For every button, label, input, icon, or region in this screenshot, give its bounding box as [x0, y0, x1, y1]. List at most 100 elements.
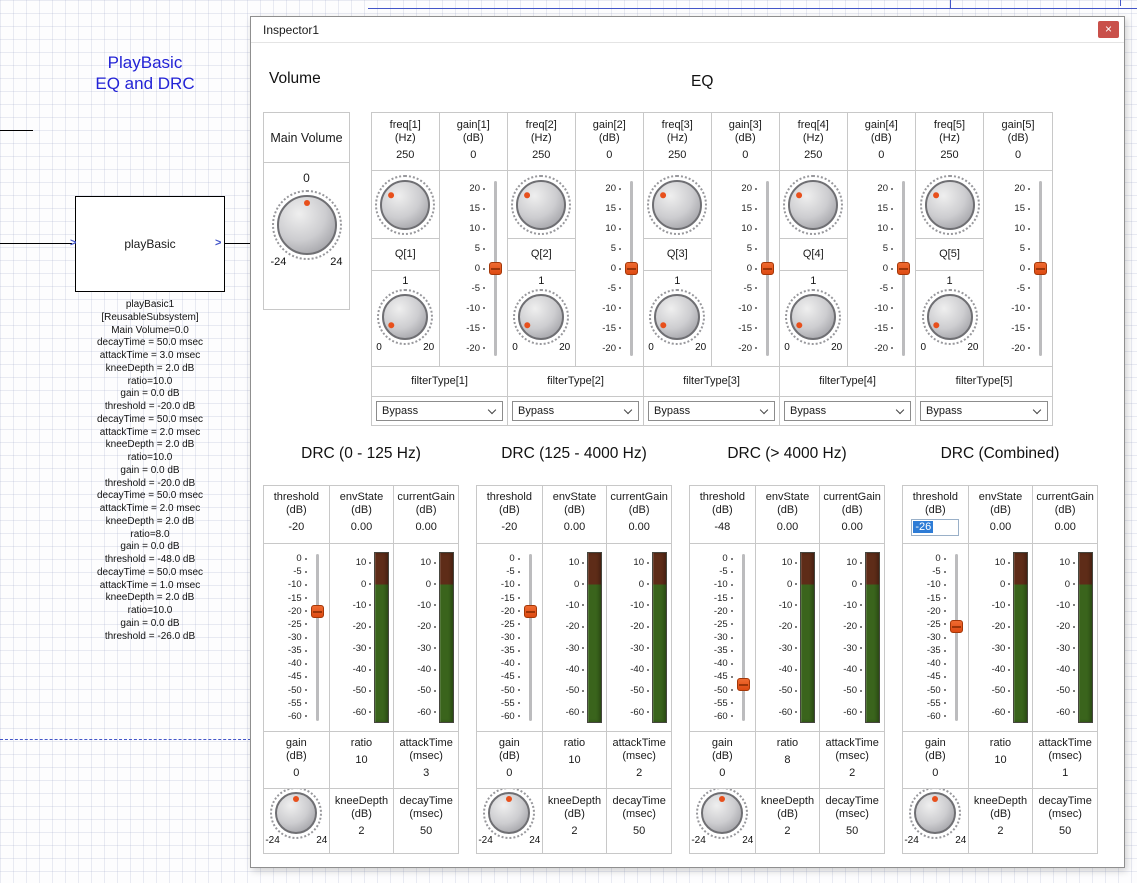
signal-wire: [0, 130, 33, 131]
q-knob[interactable]: [790, 294, 836, 340]
knob-min-label: -24: [478, 835, 492, 846]
threshold-slider-groove: [742, 554, 745, 721]
q-header-cell: Q[3]: [644, 239, 712, 271]
threshold-value-field[interactable]: -26: [912, 520, 958, 535]
tick: 10: [758, 552, 800, 573]
freq-label: freq[2]: [508, 119, 575, 132]
threshold-slider-cell: 0-5-10-15-20-25-30-35-40-45-50-55-60: [690, 543, 755, 731]
q-knob[interactable]: [654, 294, 700, 340]
gain-slider-handle[interactable]: [1034, 262, 1047, 275]
attacktime-unit: (msec): [607, 750, 671, 763]
drc-gain-knob[interactable]: [701, 792, 743, 834]
currentgain-unit: (dB): [394, 504, 458, 517]
gain-label: gain[1]: [440, 119, 508, 132]
freq-knob[interactable]: [652, 180, 702, 230]
tick: -10: [850, 298, 896, 318]
eq-channel: freq[4] (Hz) 250 gain[4] (dB) 0: [780, 113, 916, 425]
freq-knob[interactable]: [516, 180, 566, 230]
tick: 0: [905, 552, 948, 565]
tick: -20: [609, 616, 651, 637]
tick: -10: [609, 595, 651, 616]
playbasic-block[interactable]: playBasic: [75, 196, 225, 292]
currentgain-unit: (dB): [1033, 504, 1097, 517]
tick: 0: [332, 573, 374, 594]
freq-knob[interactable]: [925, 180, 975, 230]
freq-knob[interactable]: [380, 180, 430, 230]
envstate-meter: [374, 552, 389, 723]
tick: -20: [692, 605, 735, 618]
threshold-value-field[interactable]: -48: [690, 520, 755, 534]
threshold-value-field[interactable]: -20: [264, 520, 329, 534]
filtertype-dropdown[interactable]: Bypass: [512, 401, 639, 421]
tick: 0: [1035, 573, 1077, 594]
threshold-slider-handle[interactable]: [950, 620, 963, 633]
filtertype-dropdown[interactable]: Bypass: [376, 401, 503, 421]
drc-gain-knob[interactable]: [488, 792, 530, 834]
tick: -10: [266, 578, 309, 591]
q-knob[interactable]: [518, 294, 564, 340]
gain-value: 0: [984, 148, 1052, 162]
gain-slider-handle[interactable]: [625, 262, 638, 275]
gain-slider-scale: 20151050-5-10-15-20: [578, 179, 624, 358]
threshold-slider-handle[interactable]: [524, 605, 537, 618]
freq-header-cell: freq[4] (Hz) 250: [780, 113, 848, 171]
knob-indicator-dot: [932, 321, 940, 329]
q-label: Q[3]: [667, 248, 688, 261]
freq-unit: (Hz): [644, 132, 711, 145]
main-volume-knob[interactable]: [277, 195, 337, 255]
tick: -15: [714, 318, 760, 338]
tick: 0: [545, 573, 587, 594]
decaytime-unit: (msec): [820, 808, 884, 821]
gain-slider-handle[interactable]: [489, 262, 502, 275]
threshold-slider-cell: 0-5-10-15-20-25-30-35-40-45-50-55-60: [903, 543, 968, 731]
threshold-slider-scale: 0-5-10-15-20-25-30-35-40-45-50-55-60: [692, 552, 735, 723]
signal-wire: [0, 243, 72, 244]
window-titlebar[interactable]: Inspector1 ×: [251, 17, 1124, 43]
q-knob[interactable]: [382, 294, 428, 340]
filtertype-dropdown[interactable]: Bypass: [648, 401, 775, 421]
gain-value: 0: [440, 148, 508, 162]
envstate-meter-cell: 100-10-20-30-40-50-60: [755, 543, 820, 731]
tick: -40: [545, 659, 587, 680]
eq-channel: freq[3] (Hz) 250 gain[3] (dB) 0: [644, 113, 780, 425]
drc-gain-knob[interactable]: [275, 792, 317, 834]
tick: -5: [714, 278, 760, 298]
tick: 10: [822, 552, 864, 573]
envstate-header-cell: envState (dB) 0.00: [542, 486, 607, 543]
tick: -15: [266, 591, 309, 604]
tick: 5: [986, 239, 1032, 259]
tick: -5: [692, 565, 735, 578]
drc-panel-title: DRC (Combined): [902, 441, 1098, 485]
q-knob[interactable]: [927, 294, 973, 340]
gain-slider-handle[interactable]: [897, 262, 910, 275]
currentgain-meter: [652, 552, 667, 723]
tick: -15: [905, 591, 948, 604]
freq-knob[interactable]: [788, 180, 838, 230]
close-icon[interactable]: ×: [1098, 21, 1119, 38]
tick: -40: [396, 659, 438, 680]
threshold-slider-handle[interactable]: [737, 678, 750, 691]
knob-indicator-dot: [660, 321, 668, 329]
tick: -10: [905, 578, 948, 591]
kneedepth-param-cell: kneeDepth (dB) 2: [755, 788, 820, 853]
decaytime-label: decayTime: [394, 795, 458, 808]
filtertype-dropdown[interactable]: Bypass: [784, 401, 911, 421]
drc-gain-knob[interactable]: [914, 792, 956, 834]
gain-slider-handle[interactable]: [761, 262, 774, 275]
tick: -60: [692, 710, 735, 723]
filtertype-dropdown[interactable]: Bypass: [920, 401, 1048, 421]
gain-value: 0: [690, 766, 755, 780]
threshold-slider-handle[interactable]: [311, 605, 324, 618]
tick: 10: [714, 219, 760, 239]
tick: 0: [479, 552, 522, 565]
tick: -5: [905, 565, 948, 578]
threshold-value-field[interactable]: -20: [477, 520, 542, 534]
filtertype-selected-value: Bypass: [790, 405, 826, 417]
tick: -35: [692, 644, 735, 657]
tick: -55: [479, 697, 522, 710]
tick: -50: [479, 684, 522, 697]
ratio-value: 10: [330, 753, 394, 767]
freq-knob-cell: [372, 171, 440, 239]
filtertype-label-cell: filterType[2]: [508, 367, 643, 397]
tick: 20: [714, 179, 760, 199]
